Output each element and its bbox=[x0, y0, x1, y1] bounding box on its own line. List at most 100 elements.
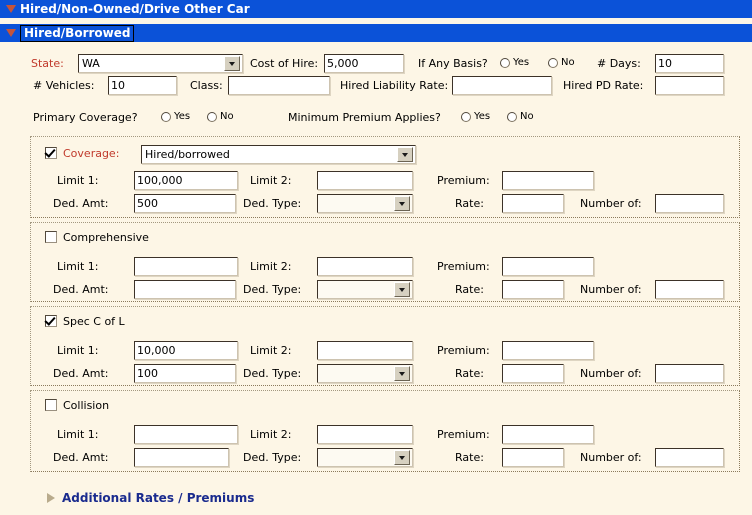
if-any-basis-no-radio[interactable]: No bbox=[548, 57, 575, 68]
panel-2-enable-checkbox[interactable] bbox=[45, 231, 57, 243]
chevron-down-icon[interactable] bbox=[394, 450, 410, 465]
panel-1-limit2-label: Limit 2: bbox=[250, 174, 292, 187]
hired-pd-rate-label: Hired PD Rate: bbox=[563, 79, 644, 92]
collapse-triangle-icon[interactable] bbox=[6, 5, 16, 13]
window-title-bar[interactable]: Hired/Non-Owned/Drive Other Car bbox=[0, 0, 752, 18]
class-input[interactable] bbox=[228, 76, 330, 95]
chevron-down-icon[interactable] bbox=[394, 282, 410, 297]
minimum-premium-label: Minimum Premium Applies? bbox=[288, 111, 441, 124]
panel-4-premium-input[interactable] bbox=[502, 425, 594, 444]
num-vehicles-input[interactable] bbox=[108, 76, 177, 95]
chevron-down-icon[interactable] bbox=[394, 196, 410, 211]
panel-4-enable-checkbox[interactable] bbox=[45, 399, 57, 411]
subsection-title: Hired/Borrowed bbox=[20, 24, 135, 42]
panel-4-limit2-input[interactable] bbox=[317, 425, 413, 444]
subsection-collapse-triangle-icon[interactable] bbox=[6, 29, 16, 37]
primary-coverage-yes-radio[interactable]: Yes bbox=[161, 111, 190, 122]
panel-3-limit1-input[interactable] bbox=[134, 341, 238, 360]
panel-1-limit1-input[interactable] bbox=[134, 171, 238, 190]
minimum-premium-no-radio[interactable]: No bbox=[507, 111, 534, 122]
panel-1-limit2-input[interactable] bbox=[317, 171, 413, 190]
panel-3-number-of-input[interactable] bbox=[655, 364, 724, 383]
panel-4-checkbox-label: Collision bbox=[63, 399, 110, 412]
panel-4-ded-amt-label: Ded. Amt: bbox=[53, 451, 109, 464]
hired-liability-rate-input[interactable] bbox=[452, 76, 552, 95]
panel-1-rate-label: Rate: bbox=[455, 197, 484, 210]
if-any-basis-yes-radio[interactable]: Yes bbox=[500, 57, 529, 68]
panel-4-premium-label: Premium: bbox=[437, 428, 490, 441]
panel-1-premium-label: Premium: bbox=[437, 174, 490, 187]
panel-1-number-of-input[interactable] bbox=[655, 194, 724, 213]
cost-of-hire-label: Cost of Hire: bbox=[250, 57, 319, 70]
panel-3-limit2-label: Limit 2: bbox=[250, 344, 292, 357]
state-select[interactable]: WA bbox=[78, 54, 243, 73]
panel-3-enable-checkbox[interactable] bbox=[45, 315, 57, 327]
panel-3-limit2-input[interactable] bbox=[317, 341, 413, 360]
cost-of-hire-input[interactable] bbox=[324, 54, 404, 73]
radio-circle-icon bbox=[161, 111, 171, 122]
panel-4-ded-amt-input[interactable] bbox=[134, 448, 229, 467]
primary-coverage-label: Primary Coverage? bbox=[33, 111, 138, 124]
hired-pd-rate-input[interactable] bbox=[655, 76, 724, 95]
panel-2-premium-input[interactable] bbox=[502, 257, 594, 276]
panel-1-coverage-select[interactable]: Hired/borrowed bbox=[141, 145, 416, 164]
chevron-down-icon[interactable] bbox=[394, 366, 410, 381]
panel-3-limit1-label: Limit 1: bbox=[57, 344, 99, 357]
hired-liability-rate-label: Hired Liability Rate: bbox=[340, 79, 449, 92]
additional-rates-premiums-link[interactable]: Additional Rates / Premiums bbox=[47, 491, 254, 505]
panel-4-number-of-input[interactable] bbox=[655, 448, 724, 467]
panel-3-ded-type-label: Ded. Type: bbox=[243, 367, 302, 380]
panel-1-ded-type-select[interactable] bbox=[317, 194, 413, 213]
panel-4-limit1-input[interactable] bbox=[134, 425, 238, 444]
panel-2-limit2-label: Limit 2: bbox=[250, 260, 292, 273]
panel-2-rate-label: Rate: bbox=[455, 283, 484, 296]
panel-1-premium-input[interactable] bbox=[502, 171, 594, 190]
chevron-down-icon[interactable] bbox=[397, 147, 413, 162]
minimum-premium-yes-radio[interactable]: Yes bbox=[461, 111, 490, 122]
panel-1-ded-amt-input[interactable] bbox=[134, 194, 236, 213]
panel-1-number-of-label: Number of: bbox=[580, 197, 642, 210]
panel-3-rate-label: Rate: bbox=[455, 367, 484, 380]
radio-circle-icon bbox=[207, 111, 217, 122]
panel-4-limit2-label: Limit 2: bbox=[250, 428, 292, 441]
radio-circle-icon bbox=[548, 57, 558, 68]
panel-1-limit1-label: Limit 1: bbox=[57, 174, 99, 187]
page-title: Hired/Non-Owned/Drive Other Car bbox=[20, 2, 250, 16]
panel-1-checkbox-label: Coverage: bbox=[63, 147, 120, 160]
coverage-panel-3: Spec C of L Limit 1: Limit 2: Premium: Ded. … bbox=[30, 306, 740, 386]
if-any-basis-label: If Any Basis? bbox=[418, 57, 488, 70]
panel-4-rate-label: Rate: bbox=[455, 451, 484, 464]
chevron-down-icon[interactable] bbox=[224, 56, 240, 71]
panel-2-limit1-input[interactable] bbox=[134, 257, 238, 276]
panel-4-rate-input[interactable] bbox=[502, 448, 564, 467]
panel-4-ded-type-select[interactable] bbox=[317, 448, 413, 467]
additional-rates-premiums-label: Additional Rates / Premiums bbox=[62, 491, 255, 505]
panel-3-ded-amt-input[interactable] bbox=[134, 364, 236, 383]
panel-1-rate-input[interactable] bbox=[502, 194, 564, 213]
primary-coverage-no-radio[interactable]: No bbox=[207, 111, 234, 122]
num-days-input[interactable] bbox=[655, 54, 724, 73]
panel-3-checkbox-label: Spec C of L bbox=[63, 315, 125, 328]
panel-2-checkbox-label: Comprehensive bbox=[63, 231, 149, 244]
panel-4-number-of-label: Number of: bbox=[580, 451, 642, 464]
top-form-row-2: # Vehicles: Class: Hired Liability Rate:… bbox=[0, 76, 752, 98]
panel-2-number-of-input[interactable] bbox=[655, 280, 724, 299]
subsection-title-bar[interactable]: Hired/Borrowed bbox=[0, 24, 752, 42]
primary-coverage-no-label: No bbox=[220, 111, 234, 122]
panel-3-premium-input[interactable] bbox=[502, 341, 594, 360]
panel-2-premium-label: Premium: bbox=[437, 260, 490, 273]
panel-1-ded-amt-label: Ded. Amt: bbox=[53, 197, 109, 210]
panel-3-ded-type-select[interactable] bbox=[317, 364, 413, 383]
expand-triangle-icon[interactable] bbox=[47, 493, 55, 503]
panel-4-limit1-label: Limit 1: bbox=[57, 428, 99, 441]
minimum-premium-no-label: No bbox=[520, 111, 534, 122]
panel-1-enable-checkbox[interactable] bbox=[45, 147, 57, 159]
panel-2-limit2-input[interactable] bbox=[317, 257, 413, 276]
panel-3-rate-input[interactable] bbox=[502, 364, 564, 383]
panel-3-ded-amt-label: Ded. Amt: bbox=[53, 367, 109, 380]
panel-1-coverage-select-value: Hired/borrowed bbox=[145, 148, 230, 161]
panel-2-rate-input[interactable] bbox=[502, 280, 564, 299]
panel-2-ded-amt-label: Ded. Amt: bbox=[53, 283, 109, 296]
panel-2-ded-amt-input[interactable] bbox=[134, 280, 236, 299]
panel-2-ded-type-select[interactable] bbox=[317, 280, 413, 299]
